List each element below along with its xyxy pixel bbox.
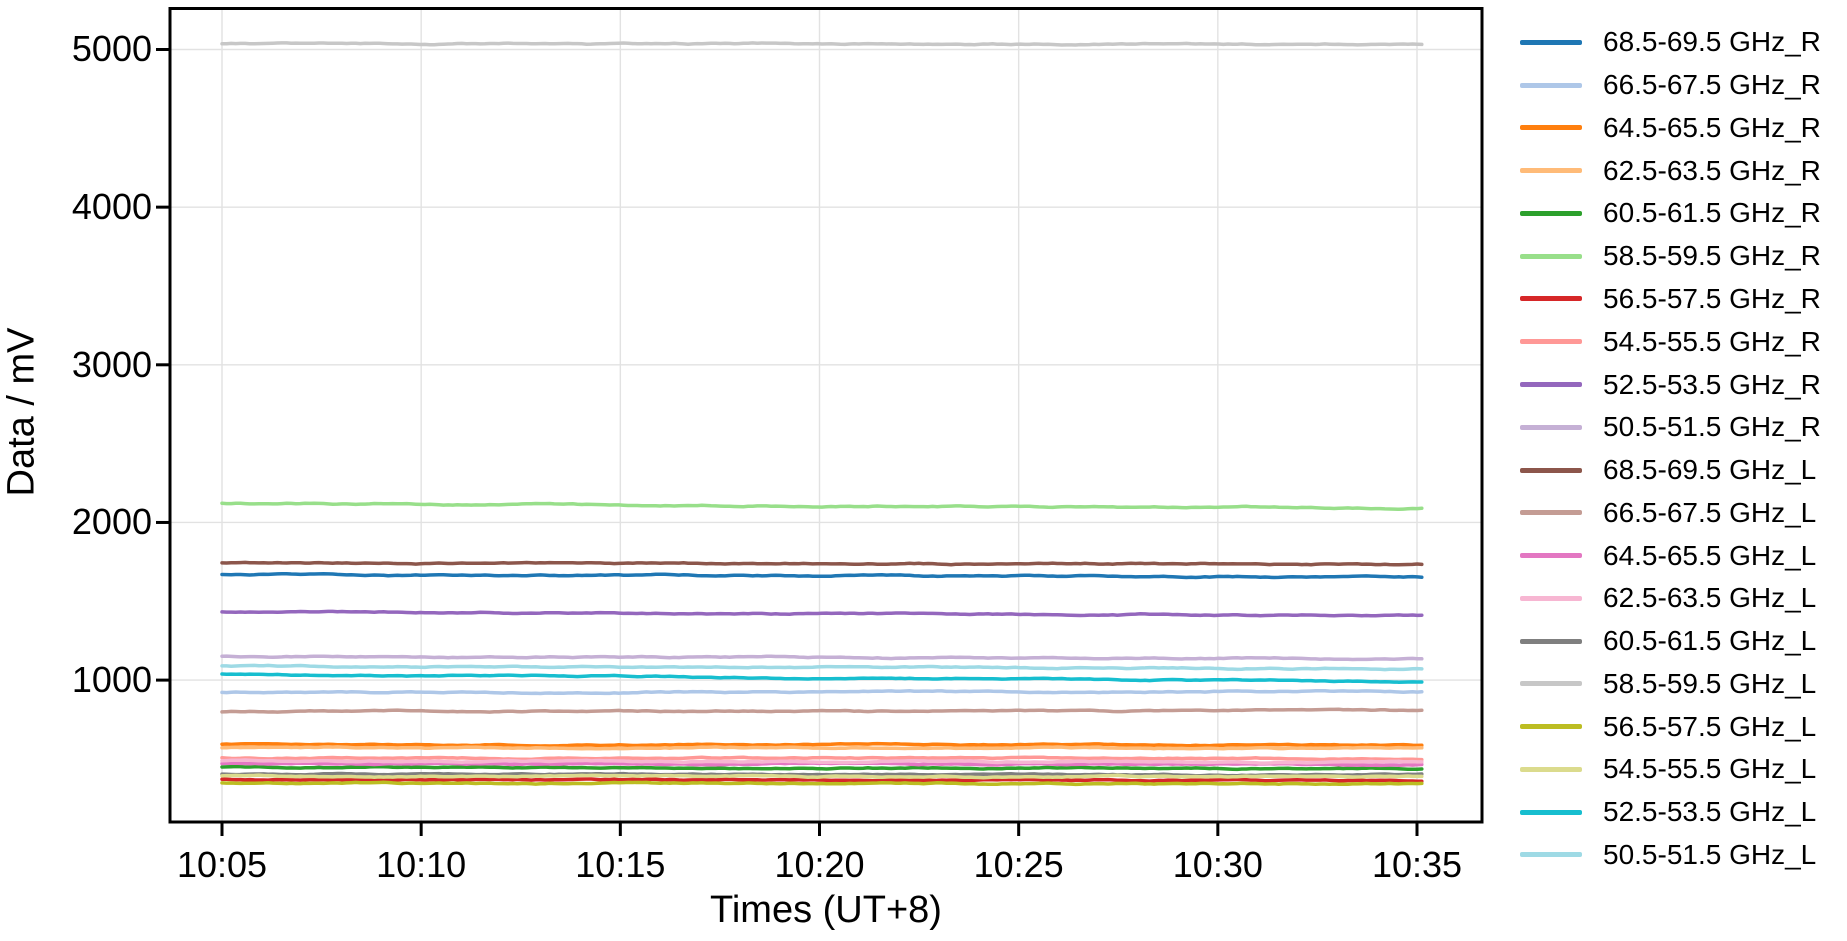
legend-swatch xyxy=(1520,766,1582,772)
legend-item: 56.5-57.5 GHz_R xyxy=(1496,278,1847,321)
legend-swatch xyxy=(1520,809,1582,815)
legend-swatch xyxy=(1520,296,1582,302)
legend-label: 60.5-61.5 GHz_L xyxy=(1603,625,1817,657)
chart-figure: Data / mV Times (UT+8) 1000 2000 3000 4000 5… xyxy=(0,0,1847,941)
series-line-54.5-55.5-ghz-l xyxy=(220,773,1424,780)
legend-item: 62.5-63.5 GHz_L xyxy=(1496,577,1847,620)
legend-label: 66.5-67.5 GHz_L xyxy=(1603,496,1817,528)
x-tick-label: 10:05 xyxy=(176,844,268,885)
x-tick-label: 10:30 xyxy=(1172,844,1263,885)
series-line-56.5-57.5-ghz-r xyxy=(220,777,1424,783)
legend-item: 62.5-63.5 GHz_R xyxy=(1496,149,1847,192)
legend-label: 54.5-55.5 GHz_R xyxy=(1603,325,1821,357)
y-tick-label: 2000 xyxy=(71,501,152,543)
legend-item: 60.5-61.5 GHz_R xyxy=(1496,192,1847,235)
legend-item: 66.5-67.5 GHz_R xyxy=(1496,64,1847,107)
series-line-68.5-69.5-ghz-l xyxy=(220,560,1424,567)
legend-label: 54.5-55.5 GHz_L xyxy=(1603,753,1817,785)
series-line-58.5-59.5-ghz-l xyxy=(220,41,1424,47)
legend-swatch xyxy=(1520,724,1582,730)
legend-label: 66.5-67.5 GHz_R xyxy=(1603,69,1821,101)
legend-label: 64.5-65.5 GHz_L xyxy=(1603,539,1817,571)
legend-item: 64.5-65.5 GHz_R xyxy=(1496,107,1847,150)
legend-item: 66.5-67.5 GHz_L xyxy=(1496,491,1847,534)
y-tick-label: 5000 xyxy=(71,28,152,70)
series-line-62.5-63.5-ghz-l xyxy=(220,758,1424,765)
y-tick-label: 1000 xyxy=(71,659,152,701)
legend-swatch xyxy=(1520,681,1582,687)
legend-swatch xyxy=(1520,553,1582,559)
legend-item: 50.5-51.5 GHz_R xyxy=(1496,406,1847,449)
legend-label: 64.5-65.5 GHz_R xyxy=(1603,111,1821,143)
legend-label: 58.5-59.5 GHz_L xyxy=(1603,667,1817,699)
legend-item: 60.5-61.5 GHz_L xyxy=(1496,620,1847,663)
legend-swatch xyxy=(1520,467,1582,473)
legend-item: 54.5-55.5 GHz_R xyxy=(1496,320,1847,363)
series-line-58.5-59.5-ghz-r xyxy=(220,501,1424,512)
series-line-66.5-67.5-ghz-r xyxy=(220,688,1424,696)
legend-label: 58.5-59.5 GHz_R xyxy=(1603,240,1821,272)
legend-swatch xyxy=(1520,424,1582,430)
legend-item: 52.5-53.5 GHz_L xyxy=(1496,791,1847,834)
x-axis-label: Times (UT+8) xyxy=(710,889,942,931)
legend: 68.5-69.5 GHz_R 66.5-67.5 GHz_R 64.5-65.5 … xyxy=(1496,21,1847,876)
legend-swatch xyxy=(1520,510,1582,516)
legend-item: 64.5-65.5 GHz_L xyxy=(1496,534,1847,577)
legend-item: 50.5-51.5 GHz_L xyxy=(1496,834,1847,877)
legend-item: 58.5-59.5 GHz_L xyxy=(1496,662,1847,705)
series-line-60.5-61.5-ghz-r xyxy=(220,764,1424,772)
series-line-50.5-51.5-ghz-r xyxy=(220,654,1424,662)
legend-label: 52.5-53.5 GHz_L xyxy=(1603,796,1817,828)
x-tick-label: 10:10 xyxy=(376,844,467,885)
legend-swatch xyxy=(1520,82,1582,88)
y-tick-label: 3000 xyxy=(71,343,152,385)
x-tick-label: 10:15 xyxy=(575,844,666,885)
legend-swatch xyxy=(1520,168,1582,174)
legend-swatch xyxy=(1520,595,1582,601)
legend-swatch xyxy=(1520,339,1582,345)
legend-item: 58.5-59.5 GHz_R xyxy=(1496,235,1847,278)
legend-item: 68.5-69.5 GHz_R xyxy=(1496,21,1847,64)
series-line-66.5-67.5-ghz-l xyxy=(220,707,1424,714)
legend-swatch xyxy=(1520,852,1582,858)
legend-swatch xyxy=(1520,39,1582,45)
legend-label: 62.5-63.5 GHz_R xyxy=(1603,154,1821,186)
legend-swatch xyxy=(1520,382,1582,387)
legend-label: 50.5-51.5 GHz_L xyxy=(1603,838,1817,870)
series-line-54.5-55.5-ghz-r xyxy=(220,755,1424,762)
legend-label: 52.5-53.5 GHz_R xyxy=(1603,368,1821,400)
legend-swatch xyxy=(1520,125,1582,131)
legend-swatch xyxy=(1520,210,1582,216)
legend-label: 56.5-57.5 GHz_R xyxy=(1603,282,1821,314)
plot-spines xyxy=(168,7,1484,824)
series-line-62.5-63.5-ghz-r xyxy=(220,745,1424,751)
legend-label: 68.5-69.5 GHz_R xyxy=(1603,26,1821,58)
y-tick-label: 4000 xyxy=(71,186,152,228)
legend-swatch xyxy=(1520,253,1582,259)
legend-label: 60.5-61.5 GHz_R xyxy=(1603,197,1821,229)
legend-swatch xyxy=(1520,638,1582,644)
series-line-68.5-69.5-ghz-r xyxy=(220,571,1424,580)
series-line-52.5-53.5-ghz-r xyxy=(220,609,1424,618)
series-line-52.5-53.5-ghz-l xyxy=(220,672,1424,684)
series-line-64.5-65.5-ghz-r xyxy=(220,741,1424,748)
legend-item: 68.5-69.5 GHz_L xyxy=(1496,449,1847,492)
x-tick-label: 10:25 xyxy=(973,844,1064,885)
x-tick-label: 10:20 xyxy=(774,844,865,885)
legend-label: 56.5-57.5 GHz_L xyxy=(1603,710,1817,742)
legend-item: 52.5-53.5 GHz_R xyxy=(1496,363,1847,406)
series-line-56.5-57.5-ghz-l xyxy=(220,780,1424,787)
legend-item: 54.5-55.5 GHz_L xyxy=(1496,748,1847,791)
legend-label: 50.5-51.5 GHz_R xyxy=(1603,411,1821,443)
legend-item: 56.5-57.5 GHz_L xyxy=(1496,705,1847,748)
legend-label: 62.5-63.5 GHz_L xyxy=(1603,582,1817,614)
x-tick-label: 10:35 xyxy=(1371,844,1463,885)
legend-label: 68.5-69.5 GHz_L xyxy=(1603,454,1817,486)
series-line-50.5-51.5-ghz-l xyxy=(220,663,1424,672)
